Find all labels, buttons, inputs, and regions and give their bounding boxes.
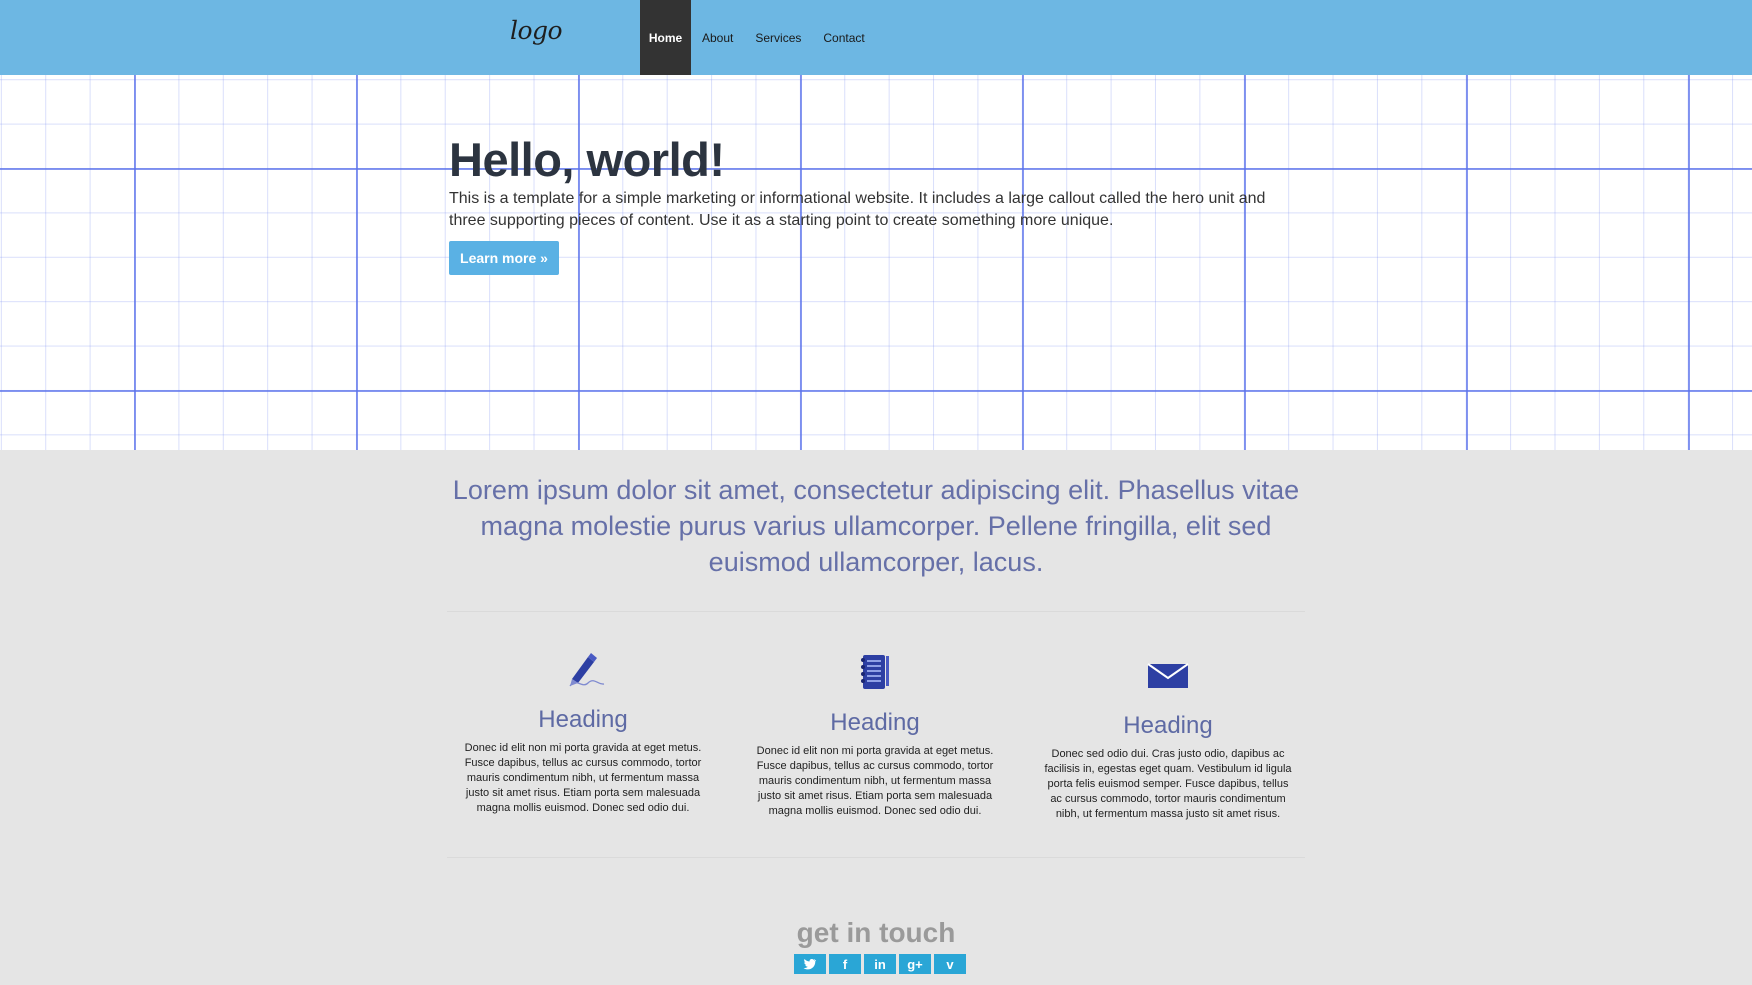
feature-text: Donec id elit non mi porta gravida at eg… [464,742,702,814]
feature-heading: Heading [830,709,920,736]
hero-unit: Hello, world! This is a template for a s… [0,75,1752,450]
divider [447,611,1305,612]
hero-text: This is a template for a simple marketin… [449,190,1266,229]
learn-more-button[interactable]: Learn more » [449,241,559,275]
nav-item-contact[interactable]: Contact [812,0,875,75]
nav-item-home[interactable]: Home [640,0,691,75]
navbar: logo Home About Services Contact [0,0,1752,75]
pen-icon [458,644,708,694]
get-in-touch-title: get in touch [796,917,956,948]
linkedin-icon[interactable]: in [864,954,896,974]
envelope-icon [1043,650,1293,700]
twitter-icon[interactable] [794,954,826,974]
lead-text: Lorem ipsum dolor sit amet, consectetur … [452,475,1300,577]
nav-item-services[interactable]: Services [744,0,812,75]
divider [447,857,1305,858]
feature-text: Donec sed odio dui. Cras justo odio, dap… [1044,748,1292,820]
feature-heading: Heading [1123,712,1213,739]
facebook-icon[interactable]: f [829,954,861,974]
feature-2: Heading Donec id elit non mi porta gravi… [750,647,1000,819]
main-nav: Home About Services Contact [640,0,876,75]
social-links: f in g+ v [794,954,966,974]
feature-3: Heading Donec sed odio dui. Cras justo o… [1043,650,1293,822]
hero-title: Hello, world! [449,133,725,186]
logo[interactable]: logo [510,16,563,45]
vimeo-icon[interactable]: v [934,954,966,974]
feature-heading: Heading [538,706,628,733]
feature-text: Donec id elit non mi porta gravida at eg… [756,745,994,817]
nav-item-about[interactable]: About [691,0,744,75]
notebook-icon [750,647,1000,697]
googleplus-icon[interactable]: g+ [899,954,931,974]
feature-1: Heading Donec id elit non mi porta gravi… [458,644,708,816]
